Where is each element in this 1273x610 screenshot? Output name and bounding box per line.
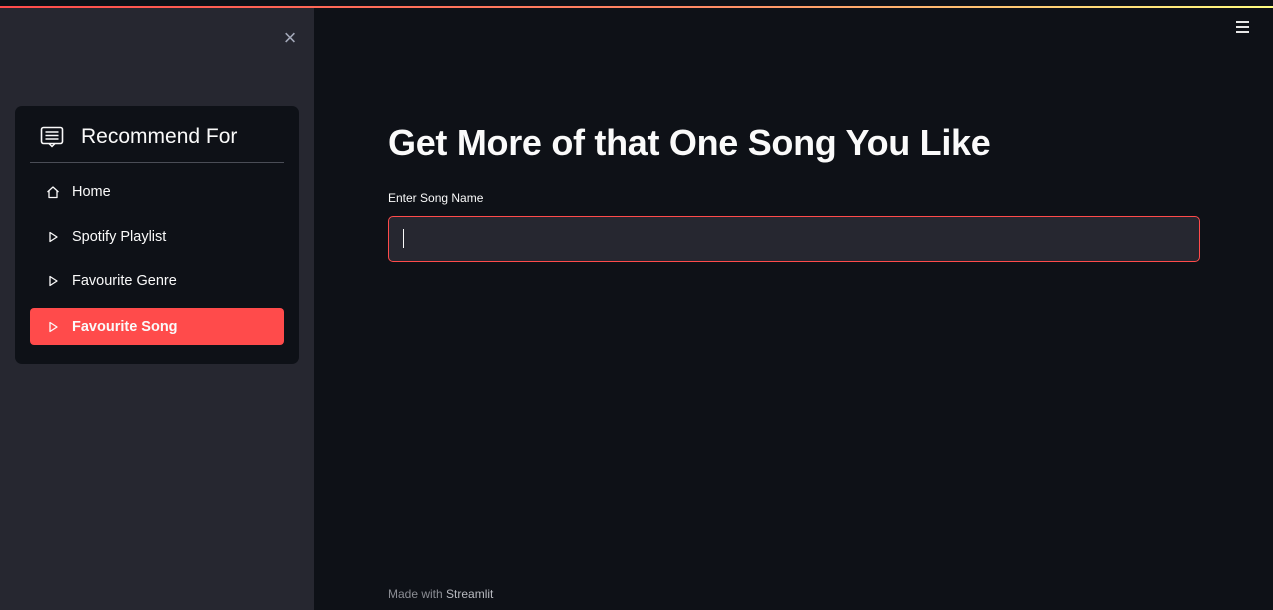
house-icon [46,185,60,199]
play-icon [46,230,60,244]
menu-item-favourite-genre[interactable]: Favourite Genre [30,262,284,299]
play-icon [46,274,60,288]
footer: Made with Streamlit [388,587,493,601]
menu-title: Recommend For [81,125,238,148]
menu-item-label: Spotify Playlist [72,228,167,245]
close-sidebar-button[interactable]: × [280,27,300,49]
menu-item-label: Favourite Song [72,318,178,335]
footer-prefix: Made with [388,587,443,601]
option-menu: Recommend For Home Spotify Playlist Favo… [15,106,299,364]
main-content [314,8,1273,610]
text-cursor [403,229,404,248]
menu-item-spotify-playlist[interactable]: Spotify Playlist [30,218,284,255]
song-name-label: Enter Song Name [388,191,484,205]
menu-header: Recommend For [30,123,284,163]
play-icon [46,320,60,334]
footer-brand-link[interactable]: Streamlit [446,587,493,601]
hamburger-menu-icon[interactable] [1236,21,1252,35]
menu-item-favourite-song[interactable]: Favourite Song [30,308,284,345]
song-name-input[interactable] [388,216,1200,262]
page-title: Get More of that One Song You Like [388,122,991,163]
menu-item-label: Home [72,183,111,200]
sidebar: × Recommend For Home Spotify Playlist Fa… [0,8,314,610]
menu-item-label: Favourite Genre [72,272,177,289]
menu-item-home[interactable]: Home [30,173,284,210]
menu-card-icon [40,126,64,148]
